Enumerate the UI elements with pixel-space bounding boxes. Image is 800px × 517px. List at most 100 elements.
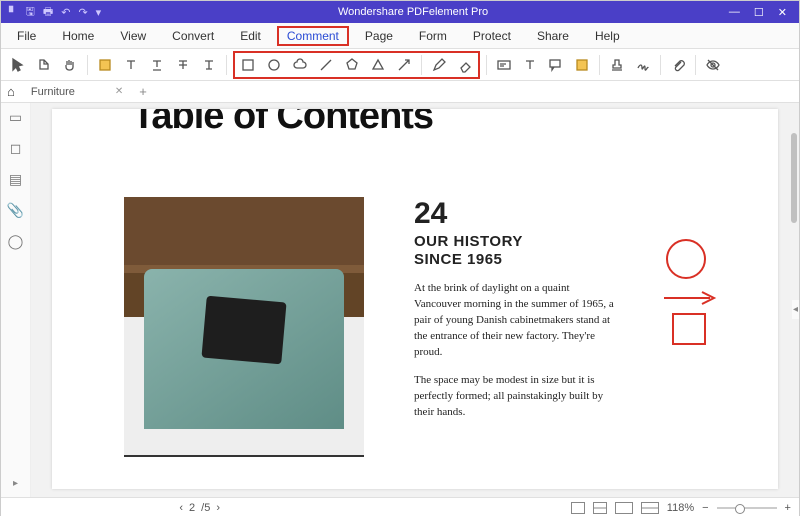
separator — [226, 55, 227, 75]
search-panel-icon[interactable]: ◯ — [8, 233, 24, 250]
menu-share[interactable]: Share — [527, 26, 579, 46]
callout-icon[interactable] — [545, 54, 567, 76]
body-paragraph-2: The space may be modest in size but it i… — [414, 373, 614, 421]
menu-file[interactable]: File — [7, 26, 46, 46]
area-highlight-icon[interactable] — [571, 54, 593, 76]
redo-icon[interactable]: ↷ — [78, 6, 87, 19]
menu-home[interactable]: Home — [52, 26, 104, 46]
menu-bar: File Home View Convert Edit Comment Page… — [1, 23, 799, 49]
comment-toolbar — [1, 49, 799, 81]
new-tab-button[interactable]: + — [139, 84, 147, 99]
next-page-button[interactable]: › — [216, 502, 220, 514]
single-page-view-icon[interactable] — [571, 502, 585, 514]
caret-icon[interactable] — [198, 54, 220, 76]
bookmarks-panel-icon[interactable]: ◻ — [10, 140, 22, 157]
two-page-view-icon[interactable] — [615, 502, 633, 514]
menu-comment[interactable]: Comment — [277, 26, 349, 46]
collapse-right-icon[interactable]: ◂ — [792, 300, 799, 319]
zoom-out-button[interactable]: − — [702, 502, 708, 514]
current-page[interactable]: 2 — [189, 502, 195, 514]
close-button[interactable]: ✕ — [778, 6, 787, 19]
body-paragraph-1: At the brink of daylight on a quaint Van… — [414, 281, 614, 361]
attachments-panel-icon[interactable]: 📎 — [7, 202, 24, 219]
underline-icon[interactable] — [146, 54, 168, 76]
comments-panel-icon[interactable]: ▤ — [9, 171, 22, 188]
status-bar: ‹ 2 /5 › 118% − + — [1, 497, 799, 517]
total-pages: /5 — [201, 502, 210, 514]
typewriter-icon[interactable] — [519, 54, 541, 76]
qat-dropdown-icon[interactable]: ▾ — [96, 6, 102, 19]
menu-page[interactable]: Page — [355, 26, 403, 46]
shape-tools-group — [233, 51, 480, 79]
window-controls: — ☐ ✕ — [717, 6, 799, 19]
separator — [660, 55, 661, 75]
connected-lines-icon[interactable] — [367, 54, 389, 76]
eraser-tool-icon[interactable] — [454, 54, 476, 76]
minimize-button[interactable]: — — [729, 6, 740, 19]
page-content: 24 OUR HISTORY SINCE 1965 At the brink o… — [124, 197, 738, 457]
note-tool-icon[interactable] — [33, 54, 55, 76]
stamp-icon[interactable] — [606, 54, 628, 76]
print-icon[interactable]: 🖶 — [43, 3, 53, 22]
polygon-tool-icon[interactable] — [341, 54, 363, 76]
page-heading: Table of Contents — [132, 109, 433, 138]
pdf-page: Table of Contents 24 OUR HISTORY SINCE 1… — [52, 109, 778, 489]
separator — [87, 55, 88, 75]
undo-icon[interactable]: ↶ — [61, 6, 70, 19]
menu-edit[interactable]: Edit — [230, 26, 271, 46]
text-box-icon[interactable] — [493, 54, 515, 76]
document-viewport[interactable]: Table of Contents 24 OUR HISTORY SINCE 1… — [31, 103, 799, 497]
app-logo-icon: ▘ — [9, 6, 17, 19]
pencil-tool-icon[interactable] — [428, 54, 450, 76]
annotation-rectangle[interactable] — [672, 313, 706, 345]
line-tool-icon[interactable] — [315, 54, 337, 76]
attachment-icon[interactable] — [667, 54, 689, 76]
status-right: 118% − + — [571, 502, 791, 514]
window-title: Wondershare PDFelement Pro — [109, 6, 717, 18]
maximize-button[interactable]: ☐ — [754, 6, 764, 19]
annotation-arrow[interactable] — [662, 289, 718, 307]
signature-icon[interactable] — [632, 54, 654, 76]
arrow-tool-icon[interactable] — [393, 54, 415, 76]
annotation-circle[interactable] — [666, 239, 706, 279]
menu-help[interactable]: Help — [585, 26, 630, 46]
tab-close-icon[interactable]: ✕ — [115, 86, 123, 97]
furniture-photo — [124, 197, 364, 457]
hide-annotations-icon[interactable] — [702, 54, 724, 76]
collapse-left-icon[interactable]: ▸ — [13, 478, 18, 489]
separator — [486, 55, 487, 75]
save-icon[interactable]: 🖫 — [25, 3, 34, 22]
highlight-area-icon[interactable] — [94, 54, 116, 76]
document-tab[interactable]: Furniture ✕ — [21, 84, 133, 100]
separator — [421, 55, 422, 75]
menu-protect[interactable]: Protect — [463, 26, 521, 46]
work-area: ▭ ◻ ▤ 📎 ◯ ▸ Table of Contents 24 OUR HIS… — [1, 103, 799, 497]
hand-tool-icon[interactable] — [59, 54, 81, 76]
zoom-slider[interactable] — [717, 507, 777, 509]
select-tool-icon[interactable] — [7, 54, 29, 76]
continuous-view-icon[interactable] — [593, 502, 607, 514]
zoom-level: 118% — [667, 502, 694, 514]
cloud-tool-icon[interactable] — [289, 54, 311, 76]
vertical-scrollbar[interactable] — [791, 133, 797, 223]
thumbnails-panel-icon[interactable]: ▭ — [9, 109, 22, 126]
prev-page-button[interactable]: ‹ — [179, 502, 183, 514]
menu-view[interactable]: View — [110, 26, 156, 46]
menu-form[interactable]: Form — [409, 26, 457, 46]
two-page-continuous-icon[interactable] — [641, 502, 659, 514]
left-side-panel: ▭ ◻ ▤ 📎 ◯ ▸ — [1, 103, 31, 497]
rectangle-tool-icon[interactable] — [237, 54, 259, 76]
circle-tool-icon[interactable] — [263, 54, 285, 76]
separator — [695, 55, 696, 75]
document-tab-bar: ⌂ Furniture ✕ + — [1, 81, 799, 103]
strikethrough-icon[interactable] — [172, 54, 194, 76]
section-number: 24 — [414, 197, 738, 231]
tab-label: Furniture — [31, 86, 75, 98]
page-navigation: ‹ 2 /5 › — [179, 502, 220, 514]
quick-access-toolbar: ▘ 🖫 🖶 ↶ ↷ ▾ — [1, 3, 109, 22]
highlight-text-icon[interactable] — [120, 54, 142, 76]
home-icon[interactable]: ⌂ — [7, 84, 15, 99]
menu-convert[interactable]: Convert — [162, 26, 224, 46]
zoom-in-button[interactable]: + — [785, 502, 791, 514]
separator — [599, 55, 600, 75]
